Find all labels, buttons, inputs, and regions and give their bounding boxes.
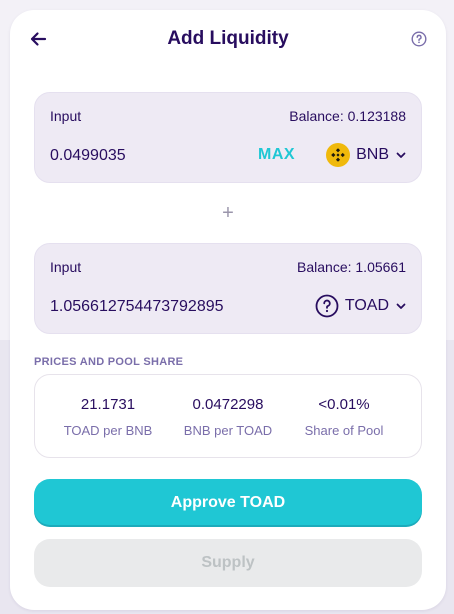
max-button[interactable]: MAX <box>258 146 295 164</box>
amount-input-a[interactable]: 0.0499035 <box>50 147 250 165</box>
balance-text: Balance: 0.123188 <box>289 108 406 124</box>
approve-button[interactable]: Approve TOAD <box>34 479 422 527</box>
supply-button[interactable]: Supply <box>34 539 422 587</box>
currency-input-a: Input Balance: 0.123188 0.0499035 MAX BN… <box>34 92 422 183</box>
unknown-token-icon <box>315 294 339 318</box>
token-select-a[interactable]: BNB <box>326 140 407 170</box>
input-label: Input <box>50 259 82 275</box>
pool-share-panel: 21.1731 TOAD per BNB 0.0472298 BNB per T… <box>34 374 422 458</box>
currency-input-b: Input Balance: 1.05661 1.056612754473792… <box>34 243 422 334</box>
price-item: 0.0472298 BNB per TOAD <box>163 375 293 459</box>
chevron-down-icon <box>396 303 406 309</box>
price-item: 21.1731 TOAD per BNB <box>43 375 173 459</box>
token-symbol-a: BNB <box>356 146 389 163</box>
chevron-down-icon <box>396 152 406 158</box>
help-circle-icon <box>411 31 427 47</box>
add-liquidity-card: Add Liquidity Input Balance: 0.123188 0.… <box>10 10 446 610</box>
help-button[interactable] <box>410 30 428 48</box>
price-value: 21.1731 <box>80 396 136 413</box>
balance-text: Balance: 1.05661 <box>297 259 406 275</box>
amount-input-b[interactable]: 1.056612754473792895 <box>50 298 290 316</box>
bnb-logo-icon <box>326 143 351 167</box>
share-value: <0.01% <box>318 396 370 413</box>
input-label: Input <box>50 108 82 124</box>
token-select-b[interactable]: TOAD <box>315 291 407 321</box>
plus-separator: + <box>222 202 234 224</box>
page-title: Add Liquidity <box>167 28 289 49</box>
price-item: <0.01% Share of Pool <box>279 375 409 459</box>
price-value: 0.0472298 <box>192 396 264 413</box>
price-label: TOAD per BNB <box>63 423 153 438</box>
prices-section-title: PRICES AND POOL SHARE <box>34 356 184 368</box>
share-label: Share of Pool <box>304 423 384 438</box>
token-symbol-b: TOAD <box>344 297 389 314</box>
card-header: Add Liquidity <box>10 10 446 68</box>
price-label: BNB per TOAD <box>183 423 273 438</box>
